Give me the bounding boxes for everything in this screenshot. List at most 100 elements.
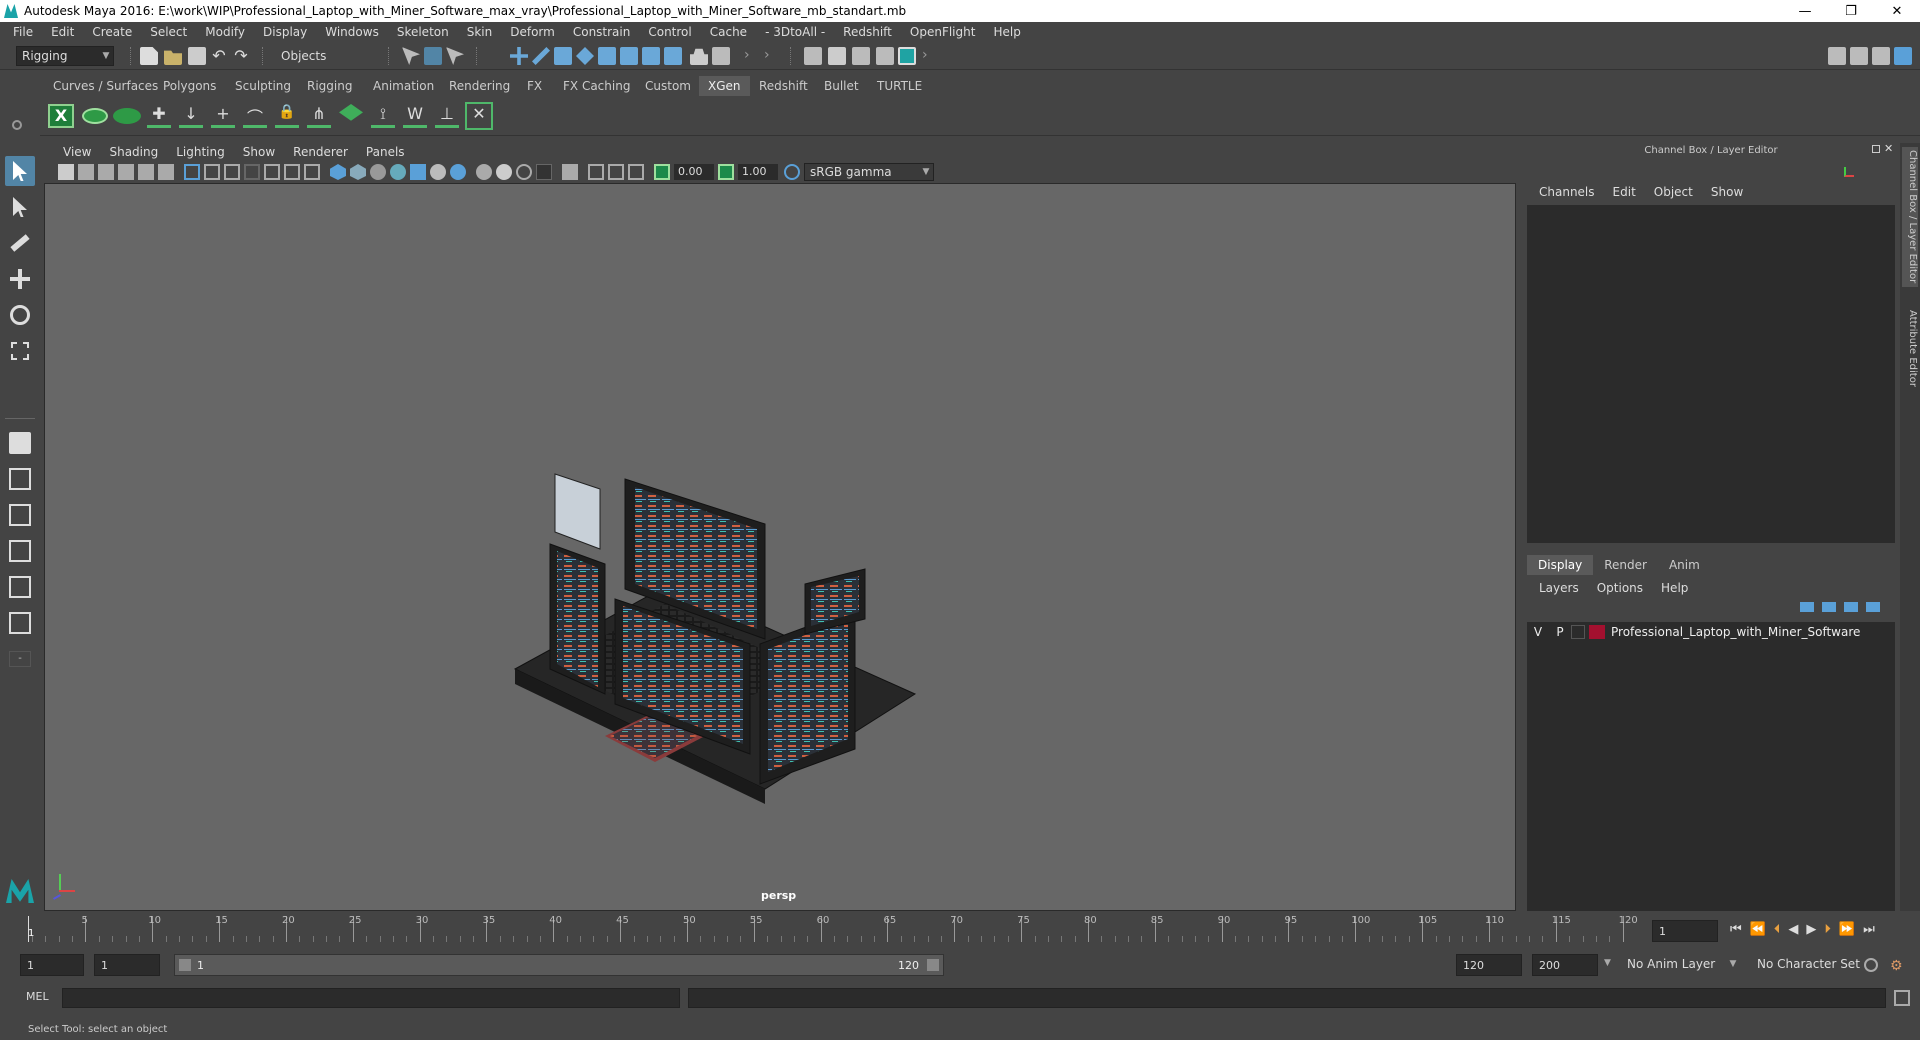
chevron-right-icon[interactable]: › — [764, 47, 782, 65]
menu-modify[interactable]: Modify — [196, 25, 254, 39]
time-ruler[interactable]: 1 5 10 15 20 25 30 35 40 45 50 55 60 65 70 75 80 85 90 95 1… — [24, 912, 1644, 946]
xgen-grass-icon[interactable]: W — [400, 100, 430, 132]
render-settings-icon[interactable] — [876, 47, 894, 65]
isolate-select-icon[interactable] — [562, 164, 578, 180]
xgen-description-icon[interactable] — [112, 100, 142, 132]
viewport-menu-lighting[interactable]: Lighting — [167, 145, 234, 159]
hypershade-icon[interactable] — [898, 47, 916, 65]
image-plane-icon[interactable] — [118, 164, 134, 180]
use-all-lights-icon[interactable] — [410, 164, 426, 180]
undo-icon[interactable]: ↶ — [210, 47, 228, 65]
menu-control[interactable]: Control — [639, 25, 700, 39]
menu-help[interactable]: Help — [984, 25, 1029, 39]
channel-box-toggle-icon[interactable] — [1894, 47, 1912, 65]
new-layer-selected-icon[interactable] — [1866, 602, 1880, 612]
cb-menu-show[interactable]: Show — [1702, 185, 1752, 199]
tool-settings-toggle-icon[interactable] — [1872, 47, 1890, 65]
menu-skin[interactable]: Skin — [458, 25, 502, 39]
close-panel-icon[interactable]: ✕ — [1884, 142, 1893, 155]
chevron-right-icon[interactable]: › — [922, 47, 940, 65]
menu-cache[interactable]: Cache — [701, 25, 756, 39]
select-tool-icon[interactable] — [5, 156, 35, 186]
grid-icon[interactable] — [184, 164, 200, 180]
current-time-indicator[interactable] — [28, 916, 29, 942]
go-to-start-icon[interactable]: ⏮ — [1730, 922, 1742, 937]
gate-mask-icon[interactable] — [244, 164, 260, 180]
menu-file[interactable]: File — [4, 25, 42, 39]
tab-custom[interactable]: Custom — [636, 76, 700, 96]
xgen-guide-tool-icon[interactable]: ↓ — [176, 100, 206, 132]
xgen-lock-guides-icon[interactable]: 🔒 — [272, 100, 302, 132]
script-editor-icon[interactable] — [1894, 990, 1910, 1006]
camera-select-icon[interactable] — [58, 164, 74, 180]
gamma-field[interactable]: 1.00 — [738, 164, 778, 180]
current-frame-field[interactable]: 1 — [1652, 920, 1718, 942]
persp-outliner-layout-icon[interactable] — [5, 500, 35, 530]
redo-icon[interactable]: ↷ — [232, 47, 250, 65]
selection-mask-dropdown[interactable]: Objects — [276, 46, 376, 66]
play-forwards-icon[interactable]: ▶ — [1806, 922, 1816, 937]
layer-visibility-toggle[interactable]: V — [1527, 625, 1549, 639]
move-layer-up-icon[interactable] — [1800, 602, 1814, 612]
textured-icon[interactable] — [390, 164, 406, 180]
render-view-icon[interactable] — [804, 47, 822, 65]
exposure-field[interactable]: 0.00 — [674, 164, 714, 180]
tab-turtle[interactable]: TURTLE — [868, 76, 931, 96]
menu-select[interactable]: Select — [141, 25, 196, 39]
persp-graph-layout-icon[interactable] — [5, 536, 35, 566]
viewport-menu-renderer[interactable]: Renderer — [284, 145, 357, 159]
input-output-icon[interactable] — [664, 47, 682, 65]
save-scene-icon[interactable] — [188, 47, 206, 65]
new-layer-icon[interactable] — [1844, 602, 1858, 612]
tab-fx-caching[interactable]: FX Caching — [554, 76, 639, 96]
motion-blur-icon[interactable] — [476, 164, 492, 180]
make-live-icon[interactable] — [598, 47, 616, 65]
select-object-icon[interactable] — [424, 47, 442, 65]
playback-start-field[interactable]: 1 — [94, 954, 160, 976]
range-start-handle[interactable] — [179, 959, 191, 971]
tab-sculpting[interactable]: Sculpting — [226, 76, 300, 96]
lock-icon[interactable] — [690, 48, 708, 65]
resolution-gate-icon[interactable] — [224, 164, 240, 180]
cb-menu-channels[interactable]: Channels — [1530, 185, 1604, 199]
colorspace-dropdown[interactable]: sRGB gamma ▼ — [804, 163, 934, 181]
side-tab-channel-box[interactable]: Channel Box / Layer Editor — [1902, 147, 1918, 287]
outliner-layout-icon[interactable] — [5, 572, 35, 602]
select-hierarchy-icon[interactable] — [402, 47, 420, 65]
wireframe-on-shaded-icon[interactable] — [370, 164, 386, 180]
menu-edit[interactable]: Edit — [42, 25, 83, 39]
side-tab-attribute-editor[interactable]: Attribute Editor — [1902, 303, 1918, 393]
tab-animation[interactable]: Animation — [364, 76, 443, 96]
xray-icon[interactable] — [536, 164, 552, 180]
maximize-button[interactable]: ❐ — [1828, 0, 1874, 22]
chevron-right-icon[interactable]: › — [744, 47, 762, 65]
tab-display[interactable]: Display — [1527, 555, 1594, 575]
snap-vertex-icon[interactable] — [642, 47, 660, 65]
four-view-layout-icon[interactable] — [5, 464, 35, 494]
field-chart-icon[interactable] — [264, 164, 280, 180]
character-set-dropdown[interactable]: No Character Set — [1752, 954, 1870, 974]
snap-grid-icon[interactable] — [510, 47, 528, 65]
minimize-button[interactable]: — — [1782, 0, 1828, 22]
range-end-handle[interactable] — [927, 959, 939, 971]
multisample-aa-icon[interactable] — [496, 164, 512, 180]
single-perspective-view-icon[interactable] — [5, 428, 35, 458]
bookmark-icon[interactable] — [98, 164, 114, 180]
step-back-frame-icon[interactable]: ⏴ — [1774, 922, 1781, 937]
play-backwards-icon[interactable]: ◀ — [1788, 922, 1798, 937]
safe-action-icon[interactable] — [284, 164, 300, 180]
rotate-tool-icon[interactable] — [5, 300, 35, 330]
menu-openflight[interactable]: OpenFlight — [901, 25, 985, 39]
persp-uv-layout-icon[interactable] — [5, 608, 35, 638]
layer-reference-toggle[interactable] — [1571, 625, 1585, 639]
smooth-shade-icon[interactable] — [350, 164, 366, 180]
screen-space-ao-icon[interactable] — [450, 164, 466, 180]
xgen-place-guide-icon[interactable]: + — [208, 100, 238, 132]
step-forward-frame-icon[interactable]: ⏵ — [1824, 922, 1831, 937]
viewport-menu-panels[interactable]: Panels — [357, 145, 414, 159]
le-menu-help[interactable]: Help — [1652, 581, 1697, 595]
xgen-layers-icon[interactable] — [336, 100, 366, 132]
xgen-grow-icon[interactable]: ⋔ — [304, 100, 334, 132]
tab-rendering[interactable]: Rendering — [440, 76, 519, 96]
command-input[interactable] — [62, 988, 680, 1008]
